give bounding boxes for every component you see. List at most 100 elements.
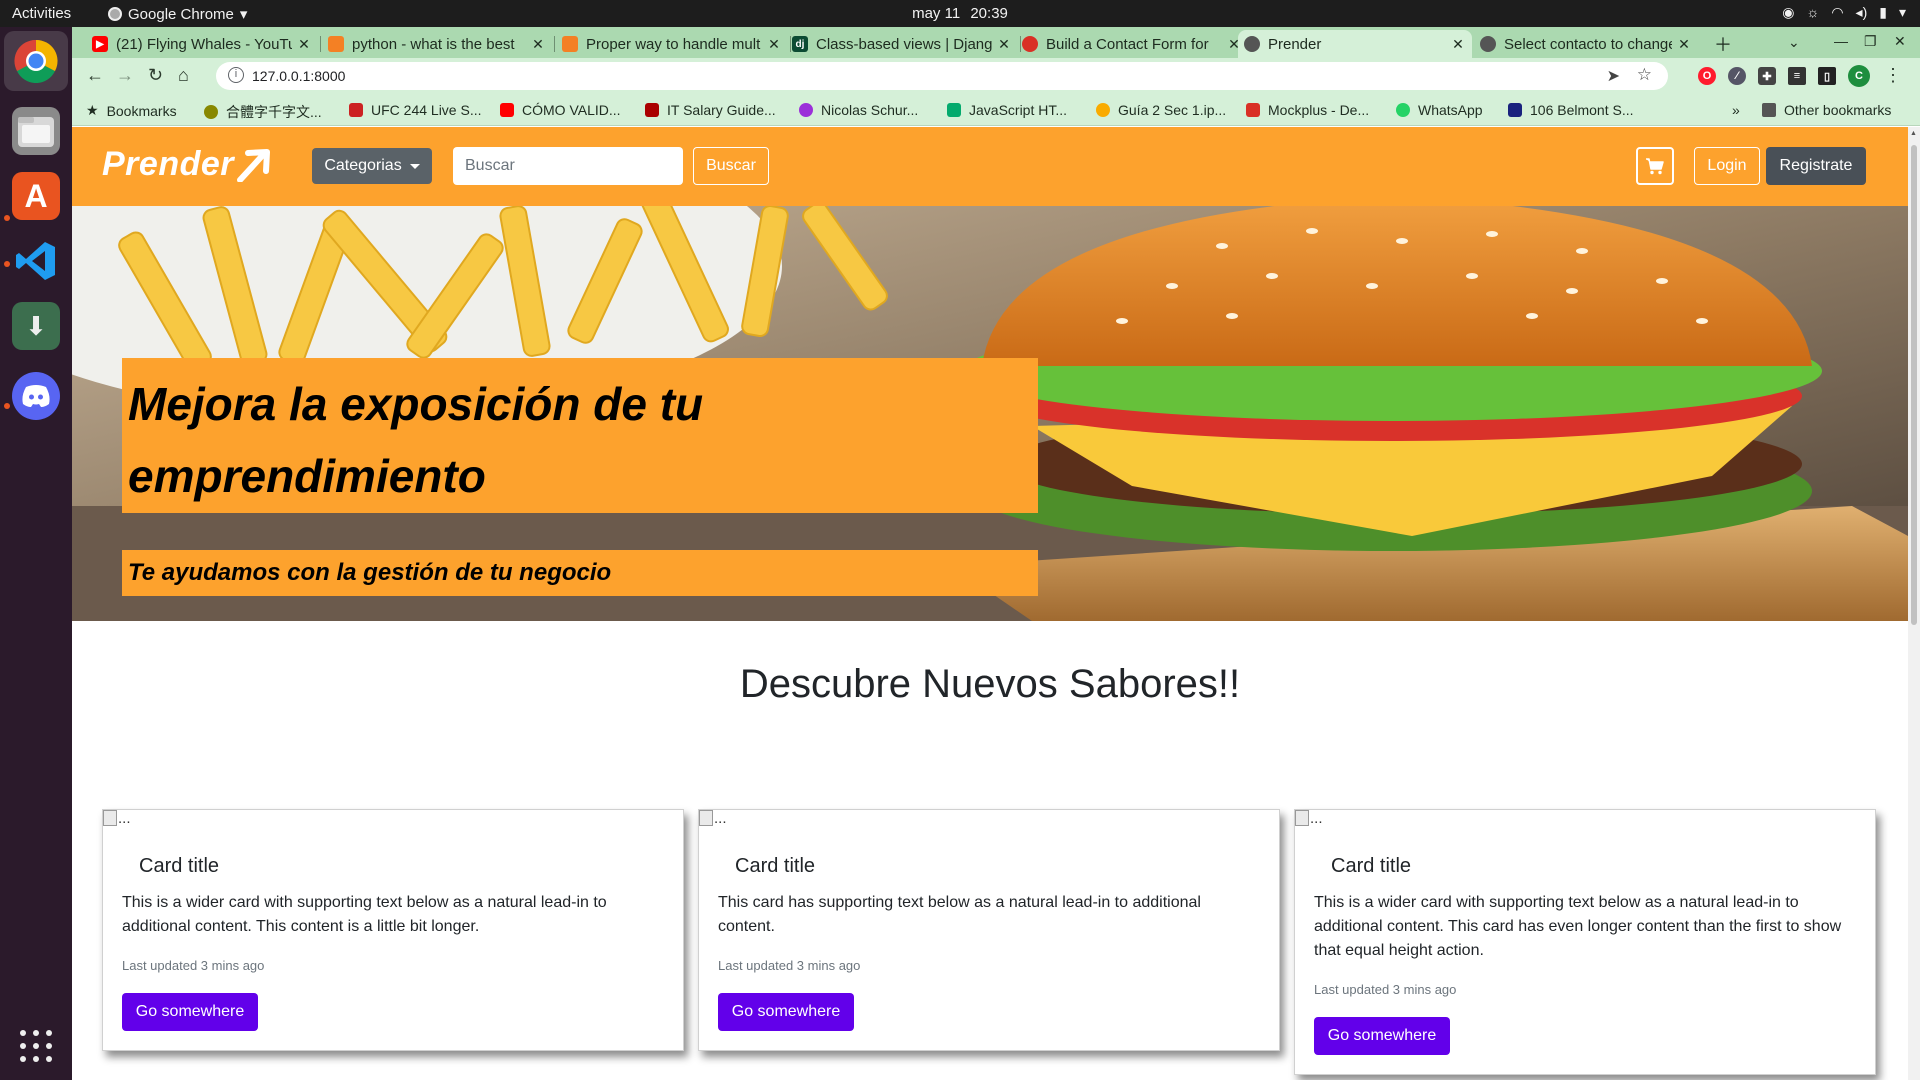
dock-software[interactable]: A [12, 172, 60, 220]
reload-icon[interactable]: ↻ [148, 65, 163, 86]
bookmark-item[interactable]: Guía 2 Sec 1.ip... [1096, 102, 1226, 118]
login-button[interactable]: Login [1694, 147, 1760, 185]
hero-subtitle: Te ayudamos con la gestión de tu negocio [128, 559, 612, 586]
files-icon [18, 117, 54, 147]
close-icon[interactable]: ✕ [1450, 36, 1466, 53]
product-card: ... Card title This is a wider card with… [1294, 809, 1876, 1075]
card-image-alt: ... [118, 810, 131, 827]
reading-list-icon[interactable]: ≡ [1788, 67, 1806, 85]
close-icon[interactable]: ✕ [996, 36, 1012, 53]
bookmark-label: UFC 244 Live S... [371, 102, 482, 118]
broken-image-icon [103, 810, 117, 826]
bookmark-label: Guía 2 Sec 1.ip... [1118, 102, 1227, 118]
globe-icon [1480, 36, 1496, 52]
dock-running-indicator [4, 215, 10, 221]
site-icon [1022, 36, 1038, 52]
hero-title: Mejora la exposición de tu emprendimient… [128, 378, 704, 502]
clock[interactable]: may 11 20:39 [0, 5, 1920, 22]
dock-installer[interactable]: ⬇ [12, 302, 60, 350]
site-navbar: Prender Categorias Buscar Login [72, 127, 1908, 206]
cart-button[interactable] [1636, 147, 1674, 185]
go-somewhere-button[interactable]: Go somewhere [718, 993, 854, 1031]
go-somewhere-button[interactable]: Go somewhere [122, 993, 258, 1031]
tab-stackoverflow-2[interactable]: Proper way to handle mult ✕ [556, 30, 788, 58]
brightness-icon: ☼ [1806, 4, 1820, 20]
bookmark-favicon [645, 103, 659, 117]
dock-files[interactable] [12, 107, 60, 155]
eyedropper-extension-icon[interactable]: ⁄ [1728, 67, 1746, 85]
bookmark-item[interactable]: UFC 244 Live S... [349, 102, 482, 118]
close-icon[interactable]: ✕ [766, 36, 782, 53]
dock-discord[interactable] [12, 372, 60, 420]
profile-avatar[interactable]: C [1848, 65, 1870, 87]
tab-prender-active[interactable]: Prender ✕ [1238, 30, 1472, 58]
tab-search-icon[interactable]: ⌄ [1788, 34, 1800, 51]
bookmark-item[interactable]: CÓMO VALID... [500, 102, 621, 118]
bookmark-item[interactable]: Mockplus - De... [1246, 102, 1369, 118]
bookmark-item[interactable]: ★ Bookmarks [86, 102, 177, 119]
side-panel-icon[interactable]: ▯ [1818, 67, 1836, 85]
register-button[interactable]: Registrate [1766, 147, 1866, 185]
close-icon[interactable]: ✕ [296, 36, 312, 53]
tab-admin[interactable]: Select contacto to change ✕ [1474, 30, 1698, 58]
site-info-icon[interactable]: i [228, 67, 244, 83]
search-button[interactable]: Buscar [693, 147, 769, 185]
tab-title: Build a Contact Form for [1046, 35, 1209, 53]
send-tab-icon[interactable]: ➤ [1607, 66, 1620, 86]
search-input[interactable] [453, 147, 683, 185]
card-text: This card has supporting text below as a… [718, 894, 1201, 935]
new-tab-icon[interactable]: ＋ [1714, 31, 1732, 57]
bookmark-label: 合體字千字文... [226, 104, 322, 120]
bookmark-star-icon[interactable]: ☆ [1637, 65, 1652, 85]
dock-chrome[interactable] [12, 37, 60, 85]
chrome-menu-icon[interactable]: ⋮ [1884, 65, 1902, 86]
discord-tray-icon: ◉ [1782, 4, 1795, 20]
tab-youtube[interactable]: ▶ (21) Flying Whales - YouTube ✕ [86, 30, 318, 58]
star-icon: ★ [86, 102, 99, 118]
bookmark-favicon [349, 103, 363, 117]
show-applications-icon[interactable] [20, 1030, 52, 1062]
tab-contact-form[interactable]: Build a Contact Form for ✕ [1016, 30, 1248, 58]
card-updated: Last updated 3 mins ago [1314, 982, 1457, 997]
card-image-broken: ... [699, 810, 727, 827]
maximize-icon[interactable]: ❐ [1864, 33, 1877, 50]
bookmark-item[interactable]: JavaScript HT... [947, 102, 1067, 118]
other-bookmarks[interactable]: Other bookmarks [1762, 102, 1891, 118]
volume-icon: ◂) [1855, 4, 1868, 20]
categories-dropdown[interactable]: Categorias [312, 148, 432, 184]
bookmark-item[interactable]: 合體字千字文... [204, 102, 322, 122]
folder-icon [1762, 103, 1776, 117]
wifi-icon: ◠ [1831, 4, 1844, 20]
go-somewhere-button[interactable]: Go somewhere [1314, 1017, 1450, 1055]
system-tray[interactable]: ◉ ☼ ◠ ◂) ▮ ▾ [1782, 4, 1906, 21]
bookmark-item[interactable]: Nicolas Schur... [799, 102, 918, 118]
card-image-alt: ... [1310, 810, 1323, 827]
tab-stackoverflow-1[interactable]: python - what is the best ✕ [322, 30, 552, 58]
minimize-icon[interactable]: — [1834, 33, 1848, 49]
extensions-puzzle-icon[interactable]: ✚ [1758, 67, 1776, 85]
power-menu-icon: ▾ [1898, 4, 1906, 20]
bookmark-item[interactable]: 106 Belmont S... [1508, 102, 1634, 118]
close-icon[interactable]: ✕ [1676, 36, 1692, 53]
page-scrollbar[interactable]: ▲ [1908, 127, 1920, 1080]
dock-vscode[interactable] [12, 237, 60, 285]
more-bookmarks-icon[interactable]: » [1732, 102, 1740, 118]
scrollbar-thumb[interactable] [1911, 145, 1917, 625]
opera-extension-icon[interactable]: O [1698, 67, 1716, 85]
bookmark-item[interactable]: IT Salary Guide... [645, 102, 776, 118]
tab-separator [320, 36, 321, 52]
card-image-alt: ... [714, 810, 727, 827]
django-icon: dj [792, 36, 808, 52]
home-icon[interactable]: ⌂ [178, 65, 189, 86]
bookmark-label: CÓMO VALID... [522, 102, 621, 118]
address-bar[interactable]: i 127.0.0.1:8000 ➤ ☆ [216, 62, 1668, 90]
bookmark-item[interactable]: WhatsApp [1396, 102, 1483, 118]
product-card: ... Card title This is a wider card with… [102, 809, 684, 1051]
site-logo[interactable]: Prender [102, 145, 272, 184]
close-icon[interactable]: ✕ [530, 36, 546, 53]
tab-django-docs[interactable]: dj Class-based views | Django ✕ [786, 30, 1018, 58]
close-window-icon[interactable]: ✕ [1894, 33, 1906, 50]
forward-icon[interactable]: → [116, 65, 134, 86]
scroll-up-icon[interactable]: ▲ [1910, 130, 1917, 137]
back-icon[interactable]: ← [86, 65, 104, 86]
